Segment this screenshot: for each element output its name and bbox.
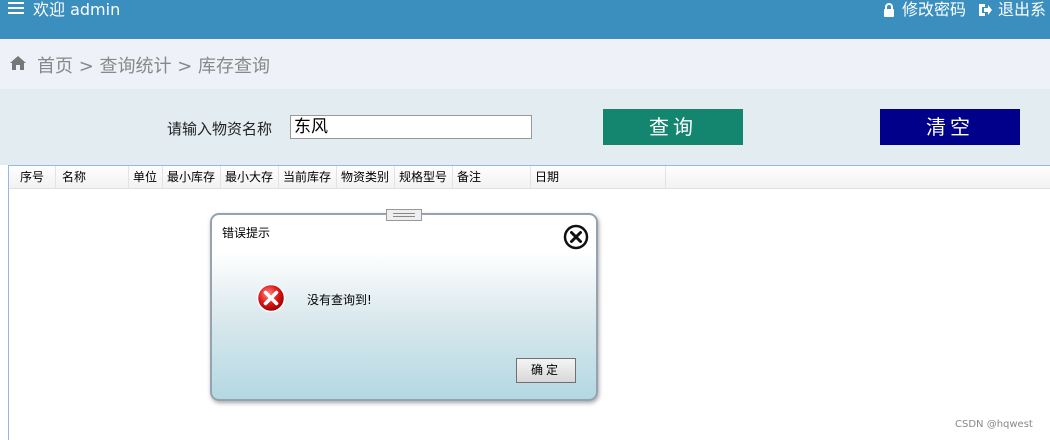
column-header-unit[interactable]: 单位 bbox=[129, 166, 163, 189]
table-header: 序号 名称 单位 最小库存 最小大存 当前库存 物资类别 规格型号 备注 日期 bbox=[9, 166, 1050, 189]
top-bar-actions: 修改密码 退出系 bbox=[882, 0, 1050, 20]
column-header-remark[interactable]: 备注 bbox=[453, 166, 531, 189]
home-icon bbox=[10, 56, 26, 70]
column-header-spec[interactable]: 规格型号 bbox=[395, 166, 453, 189]
column-header-current-stock[interactable]: 当前库存 bbox=[279, 166, 337, 189]
clear-button[interactable]: 清空 bbox=[880, 109, 1020, 145]
top-bar: 欢迎 admin 修改密码 退出系 bbox=[0, 0, 1050, 39]
column-header-index[interactable]: 序号 bbox=[16, 166, 56, 189]
close-icon[interactable] bbox=[563, 224, 589, 250]
change-password-link[interactable]: 修改密码 bbox=[902, 0, 966, 20]
error-dialog: 错误提示 没有查询到! 确定 bbox=[210, 209, 598, 401]
dialog-message: 没有查询到! bbox=[307, 293, 372, 307]
search-label: 请输入物资名称 bbox=[167, 120, 273, 138]
error-icon bbox=[256, 283, 286, 313]
query-button[interactable]: 查询 bbox=[603, 109, 743, 145]
lock-icon bbox=[884, 3, 894, 17]
drag-handle[interactable] bbox=[386, 209, 422, 221]
menu-icon[interactable] bbox=[8, 2, 24, 16]
breadcrumb: 首页 > 查询统计 > 库存查询 bbox=[37, 56, 271, 77]
search-panel: 请输入物资名称 东风 查询 清空 bbox=[0, 89, 1050, 165]
column-header-max-stock[interactable]: 最小大存 bbox=[221, 166, 279, 189]
material-name-input[interactable]: 东风 bbox=[290, 115, 532, 139]
column-header-date[interactable]: 日期 bbox=[531, 166, 666, 189]
column-header-category[interactable]: 物资类别 bbox=[337, 166, 395, 189]
dialog-title: 错误提示 bbox=[222, 226, 271, 240]
watermark: CSDN @hqwest bbox=[955, 419, 1033, 430]
logout-link[interactable]: 退出系 bbox=[998, 0, 1046, 20]
breadcrumb-bar: 首页 > 查询统计 > 库存查询 bbox=[0, 39, 1050, 89]
logout-icon bbox=[979, 4, 993, 16]
column-header-name[interactable]: 名称 bbox=[58, 166, 129, 189]
ok-button[interactable]: 确定 bbox=[516, 358, 576, 383]
column-header-min-stock[interactable]: 最小库存 bbox=[163, 166, 221, 189]
welcome-text: 欢迎 admin bbox=[33, 0, 121, 19]
